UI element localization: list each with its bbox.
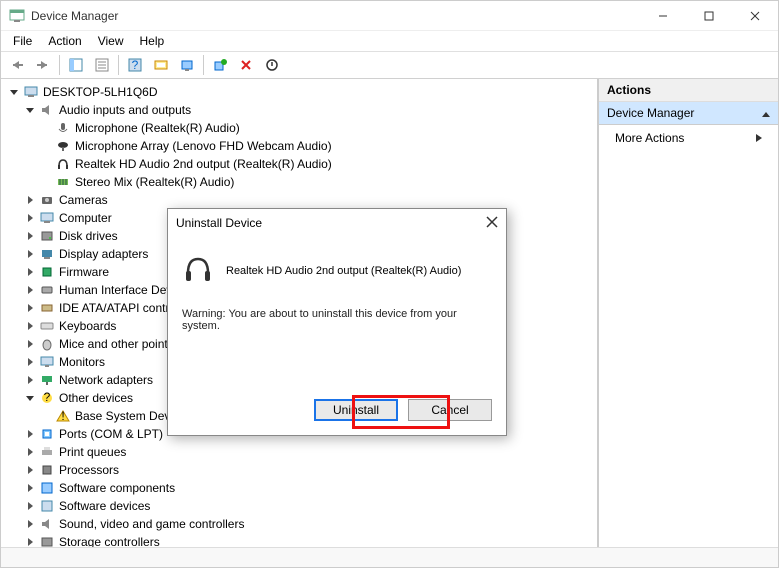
camera-icon: [39, 192, 55, 208]
disk-icon: [39, 228, 55, 244]
collapse-icon: [762, 106, 770, 120]
window-title: Device Manager: [31, 9, 640, 23]
ide-icon: [39, 300, 55, 316]
hid-icon: [39, 282, 55, 298]
processor-icon: [39, 462, 55, 478]
disable-button[interactable]: [260, 53, 284, 77]
app-icon: [9, 8, 25, 24]
help-button[interactable]: ?: [123, 53, 147, 77]
display-adapter-icon: [39, 246, 55, 262]
tree-root[interactable]: DESKTOP-5LH1Q6D: [7, 83, 595, 101]
window-titlebar: Device Manager: [1, 1, 778, 31]
statusbar: [1, 547, 778, 567]
tree-category[interactable]: Software components: [23, 479, 595, 497]
tree-category[interactable]: Sound, video and game controllers: [23, 515, 595, 533]
software-devices-icon: [39, 498, 55, 514]
menu-help[interactable]: Help: [132, 34, 173, 48]
printer-icon: [39, 444, 55, 460]
svg-text:?: ?: [132, 58, 139, 72]
computer-icon: [39, 210, 55, 226]
dialog-title: Uninstall Device: [176, 216, 262, 230]
dialog-device-name: Realtek HD Audio 2nd output (Realtek(R) …: [226, 265, 461, 277]
actions-section[interactable]: Device Manager: [599, 102, 778, 125]
sound-icon: [39, 516, 55, 532]
headphone-icon: [182, 253, 214, 288]
other-devices-icon: ?: [39, 390, 55, 406]
menu-action[interactable]: Action: [40, 34, 89, 48]
maximize-button[interactable]: [686, 1, 732, 31]
submenu-icon: [756, 131, 762, 145]
properties-button[interactable]: [90, 53, 114, 77]
more-actions-item[interactable]: More Actions: [599, 125, 778, 151]
toolbar-separator: [59, 55, 60, 75]
minimize-button[interactable]: [640, 1, 686, 31]
uninstall-button[interactable]: [234, 53, 258, 77]
scan-hardware-button[interactable]: [149, 53, 173, 77]
actions-header: Actions: [599, 79, 778, 102]
network-icon: [39, 372, 55, 388]
tree-device[interactable]: Stereo Mix (Realtek(R) Audio): [39, 173, 595, 191]
mic-array-icon: [55, 138, 71, 154]
svg-text:!: !: [61, 409, 64, 423]
toolbar: ?: [1, 51, 778, 79]
cancel-button[interactable]: Cancel: [408, 399, 492, 421]
storage-icon: [39, 534, 55, 547]
speaker-icon: [39, 102, 55, 118]
dialog-close-button[interactable]: [486, 216, 498, 231]
tree-category[interactable]: Processors: [23, 461, 595, 479]
svg-text:?: ?: [44, 391, 51, 404]
tree-category[interactable]: Cameras: [23, 191, 595, 209]
back-button[interactable]: [5, 53, 29, 77]
mic-icon: [55, 120, 71, 136]
tree-device[interactable]: Realtek HD Audio 2nd output (Realtek(R) …: [39, 155, 595, 173]
add-legacy-button[interactable]: [208, 53, 232, 77]
tree-category[interactable]: Software devices: [23, 497, 595, 515]
tree-device[interactable]: Microphone Array (Lenovo FHD Webcam Audi…: [39, 137, 595, 155]
mouse-icon: [39, 336, 55, 352]
tree-category[interactable]: Print queues: [23, 443, 595, 461]
tree-category[interactable]: Storage controllers: [23, 533, 595, 547]
show-hide-tree-button[interactable]: [64, 53, 88, 77]
dialog-warning: Warning: You are about to uninstall this…: [182, 308, 492, 332]
toolbar-separator: [203, 55, 204, 75]
menubar: File Action View Help: [1, 31, 778, 51]
uninstall-dialog: Uninstall Device Realtek HD Audio 2nd ou…: [167, 208, 507, 436]
close-button[interactable]: [732, 1, 778, 31]
stereo-mix-icon: [55, 174, 71, 190]
computer-icon: [23, 84, 39, 100]
menu-file[interactable]: File: [5, 34, 40, 48]
monitor-icon: [39, 354, 55, 370]
tree-category-audio[interactable]: Audio inputs and outputs: [23, 101, 595, 119]
actions-pane: Actions Device Manager More Actions: [598, 79, 778, 547]
uninstall-button[interactable]: Uninstall: [314, 399, 398, 421]
ports-icon: [39, 426, 55, 442]
update-driver-button[interactable]: [175, 53, 199, 77]
warning-icon: !: [55, 408, 71, 424]
toolbar-separator: [118, 55, 119, 75]
keyboard-icon: [39, 318, 55, 334]
software-components-icon: [39, 480, 55, 496]
firmware-icon: [39, 264, 55, 280]
tree-device[interactable]: Microphone (Realtek(R) Audio): [39, 119, 595, 137]
headphone-icon: [55, 156, 71, 172]
menu-view[interactable]: View: [90, 34, 132, 48]
forward-button[interactable]: [31, 53, 55, 77]
